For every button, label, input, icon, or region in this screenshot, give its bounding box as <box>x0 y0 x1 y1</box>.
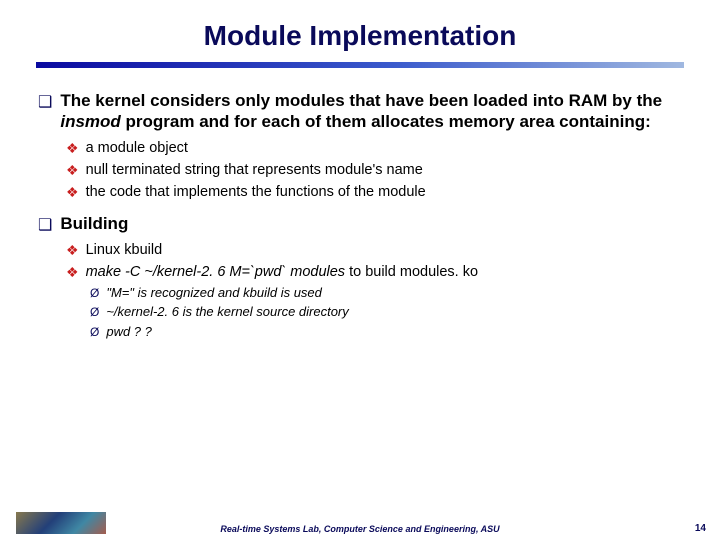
bullet-level3: Øpwd ? ? <box>90 324 682 340</box>
bullet-text: The kernel considers only modules that h… <box>60 90 682 133</box>
page-number: 14 <box>695 523 706 534</box>
bullet-text: pwd ? ? <box>106 324 152 340</box>
triangle-bullet-icon: Ø <box>90 325 99 339</box>
bullet-level2: ❖ a module object <box>66 139 682 157</box>
slide-title: Module Implementation <box>38 20 682 52</box>
diamond-bullet-icon: ❖ <box>66 264 79 281</box>
bullet-text: make -C ~/kernel-2. 6 M=`pwd` modules to… <box>86 263 479 281</box>
bullet-level2: ❖ null terminated string that represents … <box>66 161 682 179</box>
footer-text: Real-time Systems Lab, Computer Science … <box>0 524 720 534</box>
bullet-text: ~/kernel-2. 6 is the kernel source direc… <box>106 304 348 320</box>
footer: Real-time Systems Lab, Computer Science … <box>0 510 720 540</box>
bullet-level1: ❑ The kernel considers only modules that … <box>38 90 682 133</box>
bullet-text: null terminated string that represents m… <box>86 161 423 179</box>
slide-content: ❑ The kernel considers only modules that … <box>38 90 682 340</box>
bullet-level2: ❖ the code that implements the functions … <box>66 183 682 201</box>
bullet-text: Linux kbuild <box>86 241 163 259</box>
triangle-bullet-icon: Ø <box>90 305 99 319</box>
diamond-bullet-icon: ❖ <box>66 184 79 201</box>
bullet-level3: Ø "M=" is recognized and kbuild is used <box>90 285 682 301</box>
diamond-bullet-icon: ❖ <box>66 242 79 259</box>
square-bullet-icon: ❑ <box>38 215 52 235</box>
bullet-level2: ❖ make -C ~/kernel-2. 6 M=`pwd` modules t… <box>66 263 682 281</box>
bullet-text: "M=" is recognized and kbuild is used <box>106 285 322 301</box>
bullet-text: Building <box>60 213 128 234</box>
diamond-bullet-icon: ❖ <box>66 140 79 157</box>
bullet-level2: ❖ Linux kbuild <box>66 241 682 259</box>
triangle-bullet-icon: Ø <box>90 286 99 300</box>
bullet-text: the code that implements the functions o… <box>86 183 426 201</box>
bullet-level3: Ø ~/kernel-2. 6 is the kernel source dire… <box>90 304 682 320</box>
bullet-text: a module object <box>86 139 188 157</box>
bullet-level1: ❑ Building <box>38 213 682 235</box>
square-bullet-icon: ❑ <box>38 92 52 112</box>
diamond-bullet-icon: ❖ <box>66 162 79 179</box>
title-rule <box>36 62 684 68</box>
